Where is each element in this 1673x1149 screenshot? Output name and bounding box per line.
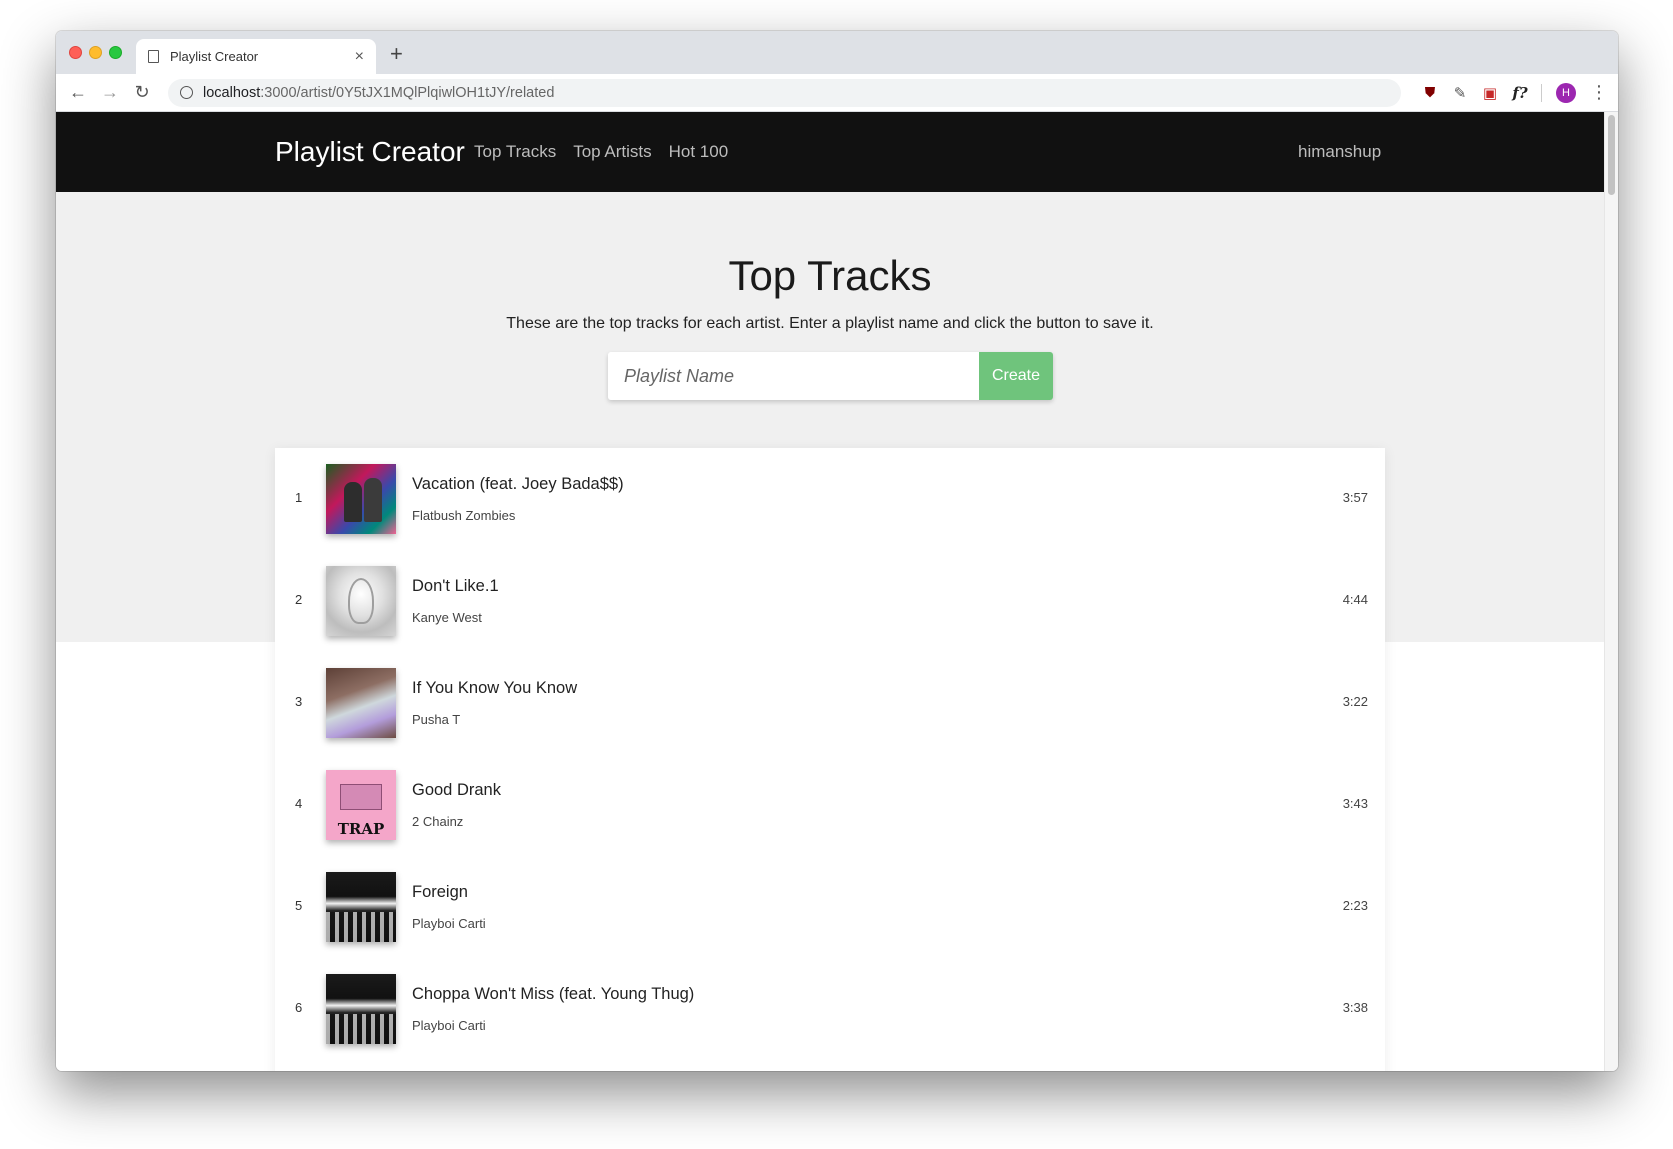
- track-row[interactable]: 2 Don't Like.1 Kanye West 4:44: [275, 550, 1385, 652]
- track-title: Foreign: [412, 883, 468, 901]
- track-row[interactable]: 3 If You Know You Know Pusha T 3:22: [275, 652, 1385, 754]
- track-title: Good Drank: [412, 781, 501, 799]
- track-row[interactable]: 4 TRAP Good Drank 2 Chainz 3:43: [275, 754, 1385, 856]
- back-button[interactable]: ←: [62, 82, 94, 103]
- toolbar-separator: [1541, 83, 1542, 102]
- track-title: Don't Like.1: [412, 577, 499, 595]
- profile-avatar[interactable]: H: [1556, 82, 1576, 103]
- forward-button[interactable]: →: [94, 82, 126, 103]
- track-artist: Pusha T: [412, 712, 461, 727]
- album-art: TRAP: [326, 770, 396, 840]
- track-duration: 3:22: [1342, 694, 1368, 709]
- nav-link-hot-100[interactable]: Hot 100: [669, 142, 729, 162]
- track-number: 5: [295, 898, 303, 913]
- font-finder-icon[interactable]: f?: [1505, 84, 1535, 102]
- create-playlist-form: Create: [608, 352, 1053, 400]
- track-artist: Kanye West: [412, 610, 482, 625]
- track-number: 1: [295, 490, 303, 505]
- album-art: [326, 566, 396, 636]
- browser-toolbar: ← → ↻ localhost:3000/artist/0Y5tJX1MQlPl…: [56, 74, 1618, 112]
- tab-strip: Playlist Creator × +: [56, 31, 1618, 74]
- track-artist: Flatbush Zombies: [412, 508, 516, 523]
- track-number: 3: [295, 694, 303, 709]
- page-viewport: Playlist Creator Top Tracks Top Artists …: [56, 112, 1604, 1071]
- track-row[interactable]: 1 Vacation (feat. Joey Bada$$) Flatbush …: [275, 448, 1385, 550]
- album-art: [326, 872, 396, 942]
- close-tab-icon[interactable]: ×: [355, 48, 364, 66]
- track-artist: 2 Chainz: [412, 814, 464, 829]
- ublock-icon[interactable]: ⛊: [1415, 84, 1445, 101]
- user-name[interactable]: himanshup: [1298, 142, 1381, 162]
- track-duration: 2:23: [1342, 898, 1368, 913]
- album-art-text: TRAP: [337, 820, 385, 838]
- track-row[interactable]: 5 Foreign Playboi Carti 2:23: [275, 856, 1385, 958]
- reload-button[interactable]: ↻: [126, 82, 158, 103]
- nav-link-top-tracks[interactable]: Top Tracks: [474, 142, 556, 162]
- extension-icon[interactable]: ▣: [1475, 84, 1505, 102]
- extension-icons: ⛊ ✎ ▣ f? H ⋮: [1415, 82, 1608, 103]
- page-icon: [148, 50, 159, 63]
- track-title: Vacation (feat. Joey Bada$$): [412, 475, 624, 493]
- album-art: [326, 668, 396, 738]
- url-path: :3000/artist/0Y5tJX1MQlPlqiwlOH1tJY/rela…: [260, 84, 555, 101]
- track-list: 1 Vacation (feat. Joey Bada$$) Flatbush …: [275, 448, 1385, 1071]
- track-number: 2: [295, 592, 303, 607]
- browser-window: Playlist Creator × + ← → ↻ localhost:300…: [56, 31, 1618, 1071]
- album-art: [326, 464, 396, 534]
- nav-link-top-artists[interactable]: Top Artists: [573, 142, 651, 162]
- new-tab-button[interactable]: +: [390, 41, 403, 67]
- nav-links: Top Tracks Top Artists Hot 100: [474, 142, 728, 162]
- album-art: [326, 974, 396, 1044]
- browser-tab[interactable]: Playlist Creator ×: [136, 39, 376, 74]
- eyedropper-icon[interactable]: ✎: [1445, 84, 1475, 102]
- maximize-window-button[interactable]: [109, 46, 122, 59]
- browser-menu-icon[interactable]: ⋮: [1590, 82, 1608, 103]
- track-artist: Playboi Carti: [412, 1018, 486, 1033]
- create-button[interactable]: Create: [979, 352, 1053, 400]
- track-number: 6: [295, 1000, 303, 1015]
- track-row[interactable]: 6 Choppa Won't Miss (feat. Young Thug) P…: [275, 958, 1385, 1060]
- track-number: 4: [295, 796, 303, 811]
- close-window-button[interactable]: [69, 46, 82, 59]
- track-duration: 3:57: [1342, 490, 1368, 505]
- track-duration: 4:44: [1342, 592, 1368, 607]
- address-bar[interactable]: localhost:3000/artist/0Y5tJX1MQlPlqiwlOH…: [168, 78, 1401, 107]
- tab-title: Playlist Creator: [170, 49, 259, 64]
- track-duration: 3:43: [1342, 796, 1368, 811]
- scrollbar-thumb[interactable]: [1608, 115, 1615, 195]
- minimize-window-button[interactable]: [89, 46, 102, 59]
- brand-logo[interactable]: Playlist Creator: [275, 136, 465, 168]
- page-scrollbar[interactable]: [1604, 112, 1618, 1071]
- track-artist: Playboi Carti: [412, 916, 486, 931]
- playlist-name-input[interactable]: [608, 352, 979, 400]
- page-title: Top Tracks: [728, 252, 932, 299]
- url-host: localhost: [203, 84, 261, 101]
- track-duration: 3:38: [1342, 1000, 1368, 1015]
- site-info-icon[interactable]: [180, 86, 193, 99]
- page-subtitle: These are the top tracks for each artist…: [506, 315, 1154, 332]
- track-title: If You Know You Know: [412, 679, 578, 697]
- track-title: Choppa Won't Miss (feat. Young Thug): [412, 985, 695, 1003]
- site-navbar: Playlist Creator Top Tracks Top Artists …: [56, 112, 1604, 192]
